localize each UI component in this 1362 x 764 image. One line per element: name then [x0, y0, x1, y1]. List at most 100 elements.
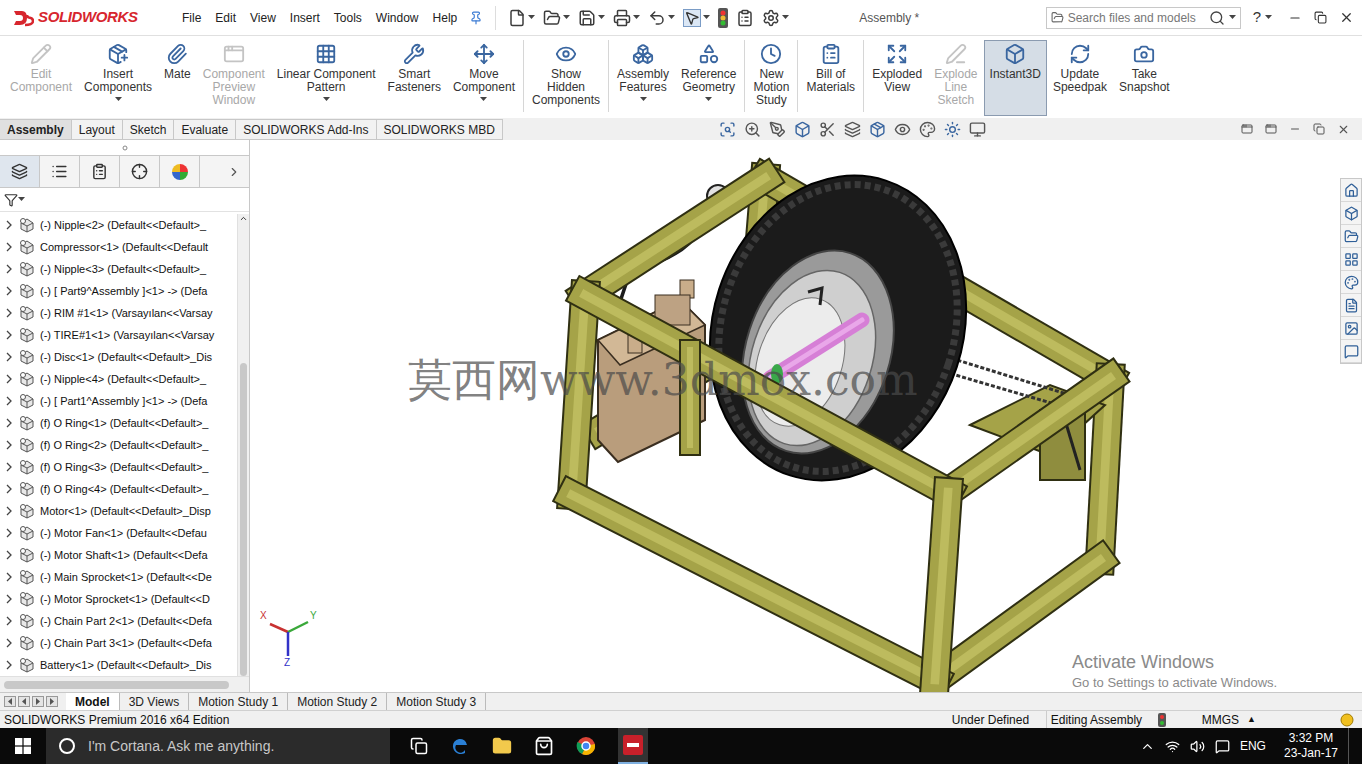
toolbar-icon[interactable]	[683, 9, 701, 27]
rebuild-status-icon[interactable]	[1158, 713, 1166, 727]
expand-icon[interactable]	[4, 660, 14, 670]
view-tool-icon[interactable]	[844, 121, 861, 138]
tile-right-icon[interactable]	[1265, 123, 1277, 135]
restore-icon[interactable]	[1314, 11, 1327, 24]
command-tab[interactable]: Assembly	[0, 119, 72, 140]
ribbon-command[interactable]: SmartFasteners	[382, 40, 447, 116]
action-center-icon[interactable]	[1215, 739, 1230, 754]
file-explorer-icon[interactable]	[492, 736, 512, 756]
toolbar-icon[interactable]	[578, 9, 596, 27]
options-icon[interactable]	[762, 9, 780, 27]
expand-icon[interactable]	[4, 638, 14, 648]
tree-item[interactable]: Compressor<1> (Default<<Default	[0, 236, 237, 258]
bottom-tab[interactable]: Motion Study 2	[288, 693, 387, 711]
viewport-minimize-icon[interactable]	[1289, 123, 1301, 135]
command-tab[interactable]: Evaluate	[173, 119, 236, 140]
close-icon[interactable]	[1339, 10, 1354, 25]
dropdown-caret-icon[interactable]	[563, 15, 570, 20]
expand-icon[interactable]	[4, 484, 14, 494]
tray-overflow-icon[interactable]	[1140, 739, 1155, 754]
dropdown-caret-icon[interactable]	[703, 15, 710, 20]
task-pane-tab[interactable]	[1341, 294, 1361, 317]
graphics-area[interactable]: 莫西网www.3dmox.comXYZActivate WindowsGo to…	[250, 140, 1362, 692]
chrome-icon[interactable]	[576, 736, 596, 756]
expand-icon[interactable]	[4, 550, 14, 560]
store-icon[interactable]	[534, 736, 554, 756]
bottom-tab[interactable]: 3D Views	[120, 693, 189, 711]
view-tool-icon[interactable]	[794, 121, 811, 138]
view-tool-icon[interactable]	[944, 121, 961, 138]
tree-item[interactable]: (-) Nipple<2> (Default<<Default>_	[0, 214, 237, 236]
tree-item[interactable]: Motor<1> (Default<<Default>_Disp	[0, 500, 237, 522]
dropdown-caret-icon[interactable]	[598, 15, 605, 20]
ribbon-command[interactable]: ComponentPreviewWindow	[197, 40, 271, 116]
toolbar-icon[interactable]	[613, 9, 631, 27]
task-pane-tab[interactable]	[1341, 248, 1361, 271]
ribbon-command[interactable]: Mate	[158, 40, 197, 116]
tab-scroll-icon[interactable]	[4, 696, 16, 707]
toolbar-icon[interactable]	[543, 9, 561, 27]
dropdown-caret-icon[interactable]	[323, 97, 330, 102]
language-indicator[interactable]: ENG	[1240, 737, 1266, 755]
assembly-model[interactable]	[250, 140, 1362, 692]
view-tool-icon[interactable]	[744, 121, 761, 138]
task-pane-tab[interactable]	[1341, 340, 1361, 363]
menu-item[interactable]: Insert	[290, 9, 320, 27]
ribbon-command[interactable]: Bill ofMaterials	[800, 40, 861, 116]
view-tool-icon[interactable]	[869, 121, 886, 138]
search-box[interactable]: Search files and models	[1046, 7, 1241, 29]
solidworks-app-icon[interactable]	[622, 734, 644, 756]
manager-tab[interactable]	[160, 156, 200, 187]
tab-scroll-icon[interactable]	[46, 696, 58, 707]
rebuild-traffic-light-icon[interactable]	[718, 8, 728, 28]
ribbon-command[interactable]: MoveComponent	[447, 40, 521, 116]
tab-scroll-icon[interactable]	[32, 696, 44, 707]
dropdown-caret-icon[interactable]	[115, 97, 122, 102]
task-pane-tab[interactable]	[1341, 225, 1361, 248]
units-arrow[interactable]: ▲	[1247, 713, 1256, 727]
ribbon-command[interactable]: EditComponent	[4, 40, 78, 116]
dropdown-caret-icon[interactable]	[782, 15, 789, 20]
view-tool-icon[interactable]	[894, 121, 911, 138]
task-pane-tab[interactable]	[1341, 317, 1361, 340]
scroll-up-icon[interactable]	[239, 214, 248, 223]
task-pane-tab[interactable]	[1341, 271, 1361, 294]
dropdown-caret-icon[interactable]	[668, 15, 675, 20]
pin-icon[interactable]	[469, 11, 483, 25]
menu-item[interactable]: Edit	[215, 9, 236, 27]
file-properties-icon[interactable]	[736, 9, 754, 27]
expand-icon[interactable]	[4, 440, 14, 450]
units-selector[interactable]: MMGS	[1202, 711, 1239, 729]
expand-icon[interactable]	[4, 572, 14, 582]
volume-icon[interactable]	[1190, 739, 1205, 754]
tree-item[interactable]: (-) [ Part9^Assembly ]<1> -> (Defa	[0, 280, 237, 302]
view-tool-icon[interactable]	[769, 121, 786, 138]
tab-scroll-icon[interactable]	[18, 696, 30, 707]
expand-icon[interactable]	[4, 374, 14, 384]
start-button[interactable]	[0, 738, 46, 754]
expand-icon[interactable]	[4, 330, 14, 340]
expand-icon[interactable]	[4, 220, 14, 230]
tree-item[interactable]: (-) Motor Sprocket<1> (Default<<D	[0, 588, 237, 610]
expand-icon[interactable]	[4, 396, 14, 406]
tree-item[interactable]: (f) O Ring<2> (Default<<Default>_	[0, 434, 237, 456]
tree-item[interactable]: Battery<1> (Default<<Default>_Dis	[0, 654, 237, 676]
ribbon-command[interactable]: ExplodedView	[866, 40, 928, 116]
view-tool-icon[interactable]	[919, 121, 936, 138]
menu-item[interactable]: File	[182, 9, 201, 27]
menu-item[interactable]: Window	[376, 9, 419, 27]
ribbon-command[interactable]: InsertComponents	[78, 40, 158, 116]
edge-icon[interactable]	[450, 736, 470, 756]
expand-icon[interactable]	[4, 462, 14, 472]
view-tool-icon[interactable]	[719, 121, 736, 138]
tree-item[interactable]: (-) RIM #1<1> (Varsayılan<<Varsay	[0, 302, 237, 324]
ribbon-command[interactable]: ReferenceGeometry	[675, 40, 742, 116]
task-view-icon[interactable]	[410, 737, 428, 755]
menu-item[interactable]: Tools	[334, 9, 362, 27]
tree-item[interactable]: (-) [ Part1^Assembly ]<1> -> (Defa	[0, 390, 237, 412]
dropdown-caret-icon[interactable]	[18, 197, 25, 202]
ribbon-command[interactable]: Instant3D	[984, 40, 1047, 116]
tree-item[interactable]: (f) O Ring<1> (Default<<Default>_	[0, 412, 237, 434]
panel-handle-icon[interactable]	[122, 145, 128, 151]
tree-item[interactable]: (-) TIRE#1<1> (Varsayılan<<Varsay	[0, 324, 237, 346]
